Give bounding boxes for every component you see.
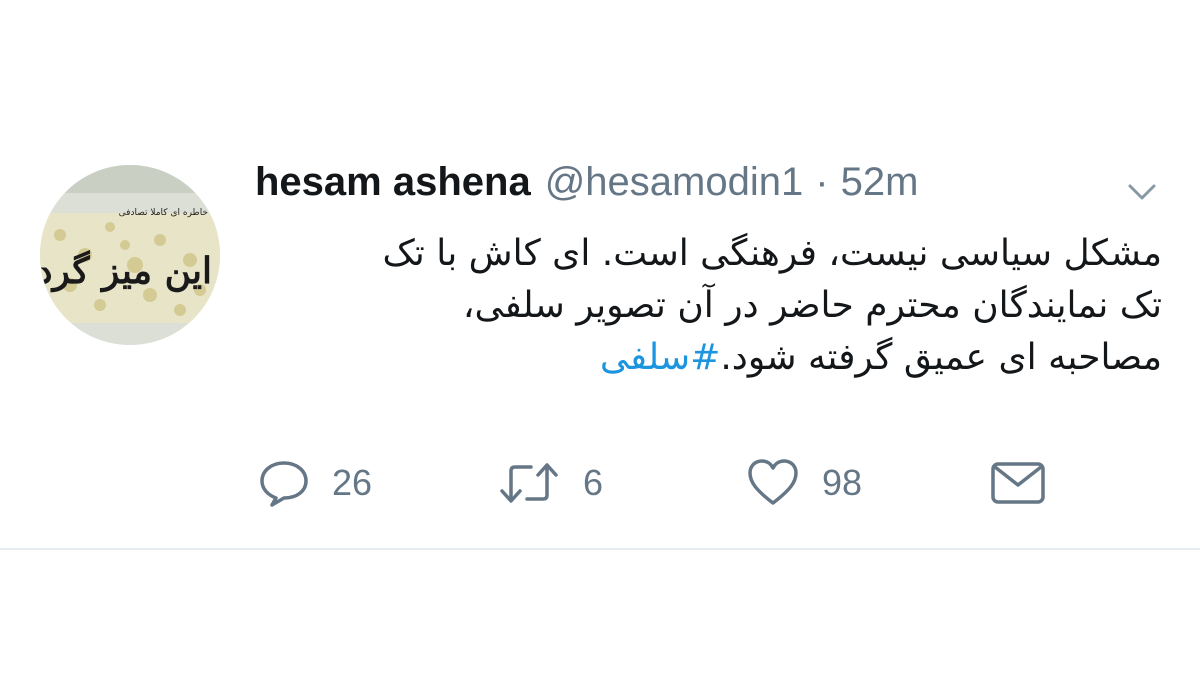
avatar-image: خاطره ای کاملا تصادفی این میز گرد bbox=[40, 165, 220, 345]
tweet-text-line: تک نمایندگان محترم حاضر در آن تصویر سلفی… bbox=[462, 285, 1162, 326]
tweet-header: hesam ashena @hesamodin1 · 52m bbox=[255, 160, 918, 220]
avatar-large-text: این میز گرد bbox=[40, 249, 212, 293]
reply-count: 26 bbox=[332, 462, 373, 503]
tweet: خاطره ای کاملا تصادفی این میز گرد hesam … bbox=[0, 0, 1200, 550]
heart-icon bbox=[748, 459, 798, 505]
reply-icon bbox=[260, 461, 308, 507]
chevron-down-icon[interactable] bbox=[1124, 180, 1160, 204]
envelope-icon bbox=[991, 462, 1045, 504]
reply-button[interactable]: 26 bbox=[258, 455, 372, 511]
tweet-text-segment: مصاحبه ای عمیق گرفته شود. bbox=[720, 337, 1162, 378]
retweet-count: 6 bbox=[583, 462, 604, 503]
retweet-button[interactable]: 6 bbox=[497, 455, 603, 511]
timestamp[interactable]: 52m bbox=[841, 160, 919, 205]
user-handle[interactable]: @hesamodin1 bbox=[545, 160, 804, 205]
hashtag-link[interactable]: #سلفی bbox=[600, 337, 720, 378]
tweet-text-line: مصاحبه ای عمیق گرفته شود.#سلفی bbox=[300, 332, 1162, 384]
display-name[interactable]: hesam ashena bbox=[255, 160, 531, 205]
like-button[interactable]: 98 bbox=[746, 455, 862, 511]
message-button[interactable] bbox=[990, 455, 1046, 511]
tweet-actions: 26 6 98 bbox=[0, 455, 1200, 511]
like-count: 98 bbox=[822, 462, 863, 503]
avatar[interactable]: خاطره ای کاملا تصادفی این میز گرد bbox=[40, 165, 220, 345]
tweet-text-line: مشکل سیاسی نیست، فرهنگی است. ای کاش با ت… bbox=[382, 233, 1162, 274]
retweet-icon bbox=[500, 463, 558, 503]
avatar-small-text: خاطره ای کاملا تصادفی bbox=[119, 208, 208, 218]
separator: · bbox=[815, 160, 829, 204]
tweet-text: مشکل سیاسی نیست، فرهنگی است. ای کاش با ت… bbox=[300, 228, 1162, 384]
